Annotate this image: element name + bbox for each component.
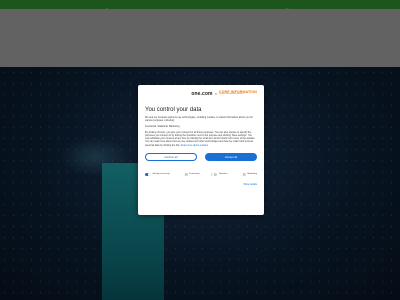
toggle-switch[interactable] [239,172,246,177]
partner-logo: CORE INFORMATION consent management plat… [218,90,257,96]
toggle-statistics[interactable]: Statistics [211,172,228,177]
toggle-strictly-necessary[interactable]: Strictly necessary [145,172,170,177]
consent-toggles: Strictly necessary Functional Statistics… [145,172,257,177]
dialog-title: You control your data [145,107,202,113]
dialog-body: By clicking 'Accept', you give your cons… [145,131,257,146]
dialog-intro: We and our business partners use technol… [145,116,253,123]
toggle-switch[interactable] [145,172,151,177]
toggle-label: Marketing [247,173,257,176]
toggle-label: Statistics [218,173,228,176]
read-more-link[interactable]: Read more about cookies [181,144,208,147]
partner-subtitle: consent management platform [218,93,244,96]
show-details-link[interactable]: Show details [243,183,257,186]
toggle-marketing[interactable]: Marketing [239,172,257,177]
accept-all-button[interactable]: Accept all [205,152,257,161]
toggle-switch[interactable] [211,172,218,177]
toggle-label: Functional [189,173,200,176]
consent-logo: one.com × CORE INFORMATION consent manag… [145,90,257,97]
toggle-switch[interactable] [181,172,188,177]
details-row: Show details [145,183,257,186]
logo-separator: × [214,91,217,96]
brand-logo: one.com [191,90,213,97]
toggle-label: Strictly necessary [152,173,170,176]
toggle-functional[interactable]: Functional [181,172,200,177]
consent-buttons: Decline all Accept all [145,152,257,161]
decline-all-button[interactable]: Decline all [145,152,197,161]
cookie-consent-dialog: one.com × CORE INFORMATION consent manag… [138,85,264,215]
purposes-list: Functional, Statistical, Marketing [145,125,180,129]
